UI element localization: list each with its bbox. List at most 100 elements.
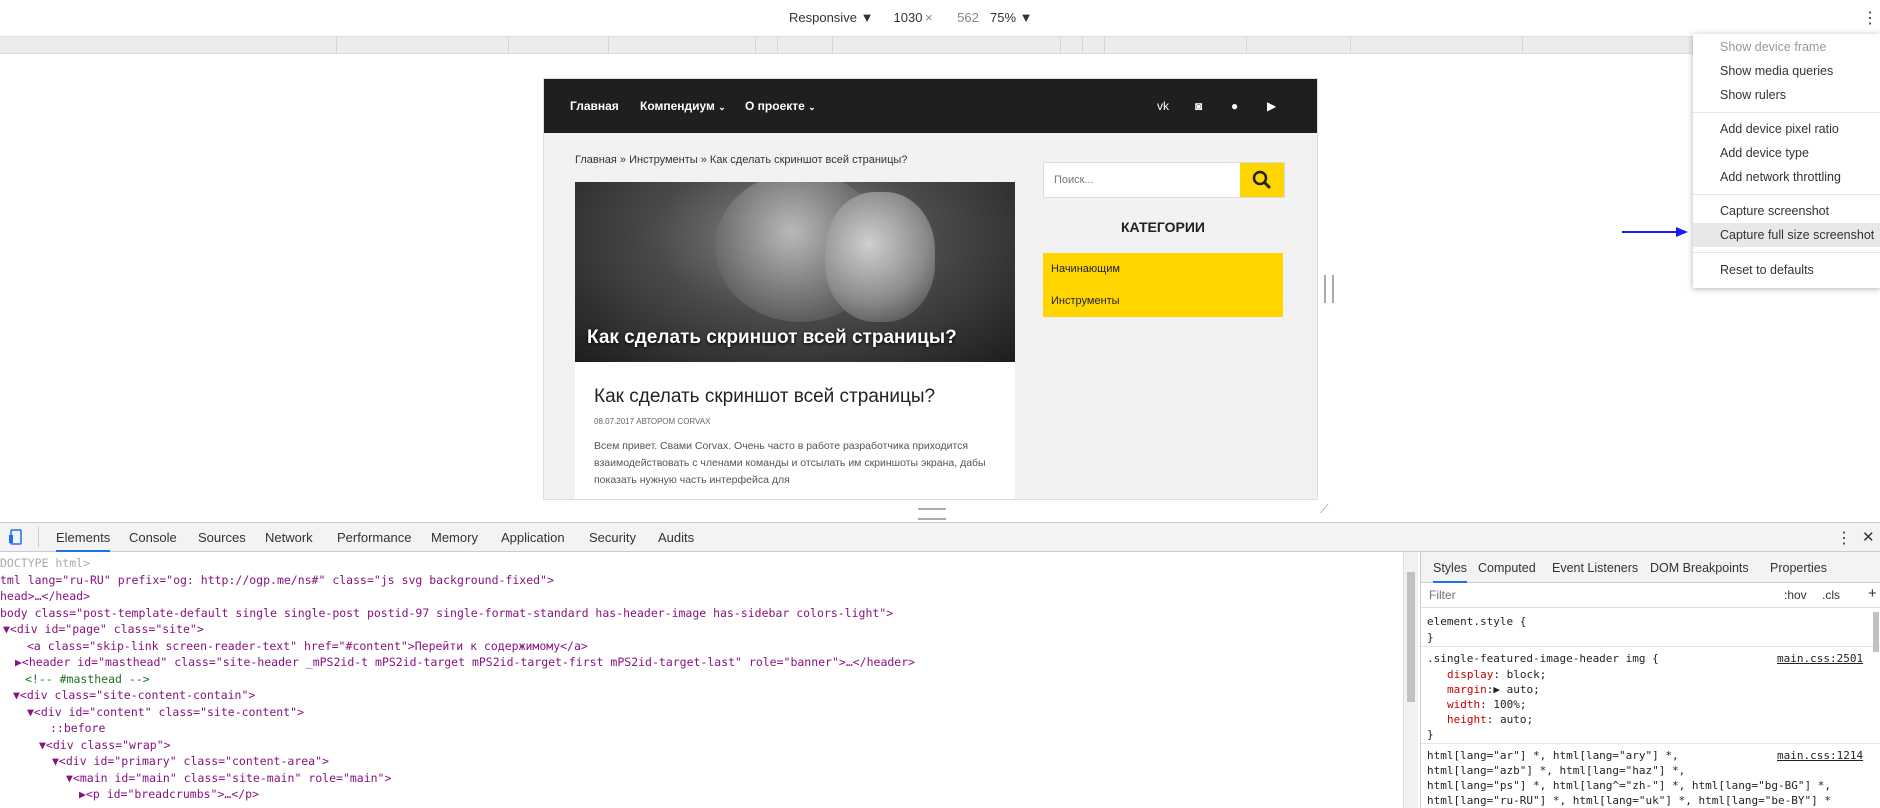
search-input[interactable] <box>1052 173 1206 187</box>
rule-selector[interactable]: html[lang="azb"] *, html[lang="haz"] *, <box>1427 764 1685 777</box>
height-input[interactable]: 562 <box>946 10 990 25</box>
css-property[interactable]: display: block; <box>1447 668 1546 681</box>
resize-corner-icon[interactable]: ⟋ <box>1320 502 1328 517</box>
rule-source-link[interactable]: main.css:2501 <box>1777 652 1863 665</box>
tab-network[interactable]: Network <box>265 530 313 545</box>
dom-line[interactable]: body class="post-template-default single… <box>0 606 893 620</box>
tab-dom-breakpoints[interactable]: DOM Breakpoints <box>1650 561 1749 575</box>
hov-toggle[interactable]: :hov <box>1784 588 1807 602</box>
device-toggle-icon[interactable] <box>8 529 26 545</box>
dom-line[interactable]: ▼<div id="page" class="site"> <box>3 622 204 636</box>
styles-scrollbar[interactable] <box>1873 612 1879 652</box>
category-tools[interactable]: Инструменты <box>1043 285 1283 317</box>
hero-caption: Как сделать скриншот всей страницы? <box>587 327 957 348</box>
tab-security[interactable]: Security <box>589 530 636 545</box>
rule-selector[interactable]: html[lang="ar"] *, html[lang="ary"] *, <box>1427 749 1679 762</box>
featured-image: Как сделать скриншот всей страницы? <box>575 182 1015 362</box>
tab-console[interactable]: Console <box>129 530 177 545</box>
dom-line[interactable]: ::before <box>50 721 105 735</box>
vertical-dots-icon[interactable]: ⋮ <box>1862 8 1878 28</box>
nav-home[interactable]: Главная <box>570 99 619 113</box>
menu-show-rulers[interactable]: Show rulers <box>1720 88 1786 102</box>
menu-reset-to-defaults[interactable]: Reset to defaults <box>1720 263 1814 277</box>
rule-source-link[interactable]: main.css:1214 <box>1777 749 1863 762</box>
dom-line[interactable]: ▼<main id="main" class="site-main" role=… <box>66 771 391 785</box>
brace: } <box>1427 728 1434 741</box>
chevron-down-icon: ⌄ <box>808 102 816 112</box>
css-property[interactable]: height: auto; <box>1447 713 1533 726</box>
zoom-dropdown[interactable]: 75% ▼ <box>990 10 1033 25</box>
elements-scrollbar[interactable] <box>1403 552 1418 808</box>
menu-add-network-throttling[interactable]: Add network throttling <box>1720 170 1841 184</box>
menu-capture-screenshot[interactable]: Capture screenshot <box>1720 204 1829 218</box>
rule-selector[interactable]: html[lang="ps"] *, html[lang^="zh-"] *, … <box>1427 779 1831 792</box>
tab-computed[interactable]: Computed <box>1478 561 1536 575</box>
chevron-down-icon: ⌄ <box>718 102 726 112</box>
tab-event-listeners[interactable]: Event Listeners <box>1552 561 1638 575</box>
github-icon[interactable]: ● <box>1231 99 1238 113</box>
close-icon[interactable]: ✕ <box>1862 528 1875 546</box>
new-rule-icon[interactable]: + <box>1868 585 1877 602</box>
instagram-icon[interactable]: ◙ <box>1195 99 1202 113</box>
search-icon <box>1252 170 1271 189</box>
brace: } <box>1427 631 1434 644</box>
devtools-tab-bar: Elements Console Sources Network Perform… <box>0 522 1880 552</box>
dom-line[interactable]: ▶<header id="masthead" class="site-heade… <box>15 655 915 669</box>
resize-handle-bottom[interactable] <box>918 508 946 520</box>
rule-selector[interactable]: html[lang="ru-RU"] *, html[lang="uk"] *,… <box>1427 794 1831 807</box>
tab-styles[interactable]: Styles <box>1433 561 1468 583</box>
nav-about[interactable]: О проекте ⌄ <box>745 99 816 113</box>
search-form <box>1043 162 1285 198</box>
article: Как сделать скриншот всей страницы? 08.0… <box>575 362 1015 499</box>
caret-down-icon: ▼ <box>860 10 874 25</box>
dom-line[interactable]: ▼<div id="primary" class="content-area"> <box>52 754 329 768</box>
breadcrumb[interactable]: Главная » Инструменты » Как сделать скри… <box>575 154 907 166</box>
menu-show-media-queries[interactable]: Show media queries <box>1720 64 1833 78</box>
dom-line[interactable]: <!-- #masthead --> <box>25 672 150 686</box>
menu-capture-full-size-screenshot[interactable]: Capture full size screenshot <box>1720 228 1874 242</box>
media-query-bar[interactable] <box>0 37 1880 54</box>
rule-selector[interactable]: .single-featured-image-header img { <box>1427 652 1659 665</box>
tab-memory[interactable]: Memory <box>431 530 478 545</box>
tab-sources[interactable]: Sources <box>198 530 246 545</box>
tab-audits[interactable]: Audits <box>658 530 694 545</box>
arrow-icon <box>1622 227 1688 237</box>
dom-line[interactable]: <a class="skip-link screen-reader-text" … <box>27 639 588 653</box>
device-toolbar: Responsive ▼ 1030 × 562 75% ▼ ⋮ <box>0 0 1880 37</box>
category-beginners[interactable]: Начинающим <box>1043 253 1283 285</box>
tab-elements[interactable]: Elements <box>56 530 111 552</box>
responsive-dropdown[interactable]: Responsive ▼ <box>789 10 873 25</box>
element-style-selector[interactable]: element.style { <box>1427 615 1526 628</box>
dom-line[interactable]: head>…</head> <box>0 589 90 603</box>
dom-line[interactable]: ▶<p id="breadcrumbs">…</p> <box>79 787 259 801</box>
dom-line[interactable]: ▼<div class="site-content-contain"> <box>13 688 255 702</box>
device-toolbar-menu: Show device frame Show media queries Sho… <box>1693 34 1880 288</box>
menu-show-device-frame[interactable]: Show device frame <box>1720 40 1826 54</box>
caret-down-icon: ▼ <box>1019 10 1033 25</box>
resize-handle-right[interactable] <box>1324 275 1334 303</box>
nav-compendium[interactable]: Компендиум ⌄ <box>640 99 726 113</box>
menu-add-device-pixel-ratio[interactable]: Add device pixel ratio <box>1720 122 1839 136</box>
dom-line[interactable]: ▼<div id="content" class="site-content"> <box>27 705 304 719</box>
tab-properties[interactable]: Properties <box>1770 561 1827 575</box>
vk-icon[interactable]: vk <box>1157 99 1169 113</box>
site-navigation: Главная Компендиум ⌄ О проекте ⌄ vk ◙ ● … <box>544 79 1317 133</box>
menu-add-device-type[interactable]: Add device type <box>1720 146 1809 160</box>
tab-application[interactable]: Application <box>501 530 565 545</box>
styles-filter-bar: :hov .cls + <box>1421 583 1880 608</box>
cls-toggle[interactable]: .cls <box>1822 588 1840 602</box>
article-title: Как сделать скриншот всей страницы? <box>594 386 936 407</box>
css-property[interactable]: margin:▶ auto; <box>1447 683 1540 696</box>
styles-pane: Styles Computed Event Listeners DOM Brea… <box>1420 552 1880 808</box>
dom-line[interactable]: DOCTYPE html> <box>0 556 90 570</box>
devtools-menu-icon[interactable]: ⋮ <box>1836 528 1852 548</box>
filter-input[interactable] <box>1427 587 1631 603</box>
tab-performance[interactable]: Performance <box>337 530 411 545</box>
emulated-page: Главная Компендиум ⌄ О проекте ⌄ vk ◙ ● … <box>543 78 1318 500</box>
styles-tab-bar: Styles Computed Event Listeners DOM Brea… <box>1421 552 1880 583</box>
dom-line[interactable]: tml lang="ru-RU" prefix="og: http://ogp.… <box>0 573 554 587</box>
css-property[interactable]: width: 100%; <box>1447 698 1527 711</box>
dom-line[interactable]: ▼<div class="wrap"> <box>39 738 171 752</box>
search-button[interactable] <box>1240 163 1284 197</box>
youtube-icon[interactable]: ▶ <box>1267 99 1276 113</box>
